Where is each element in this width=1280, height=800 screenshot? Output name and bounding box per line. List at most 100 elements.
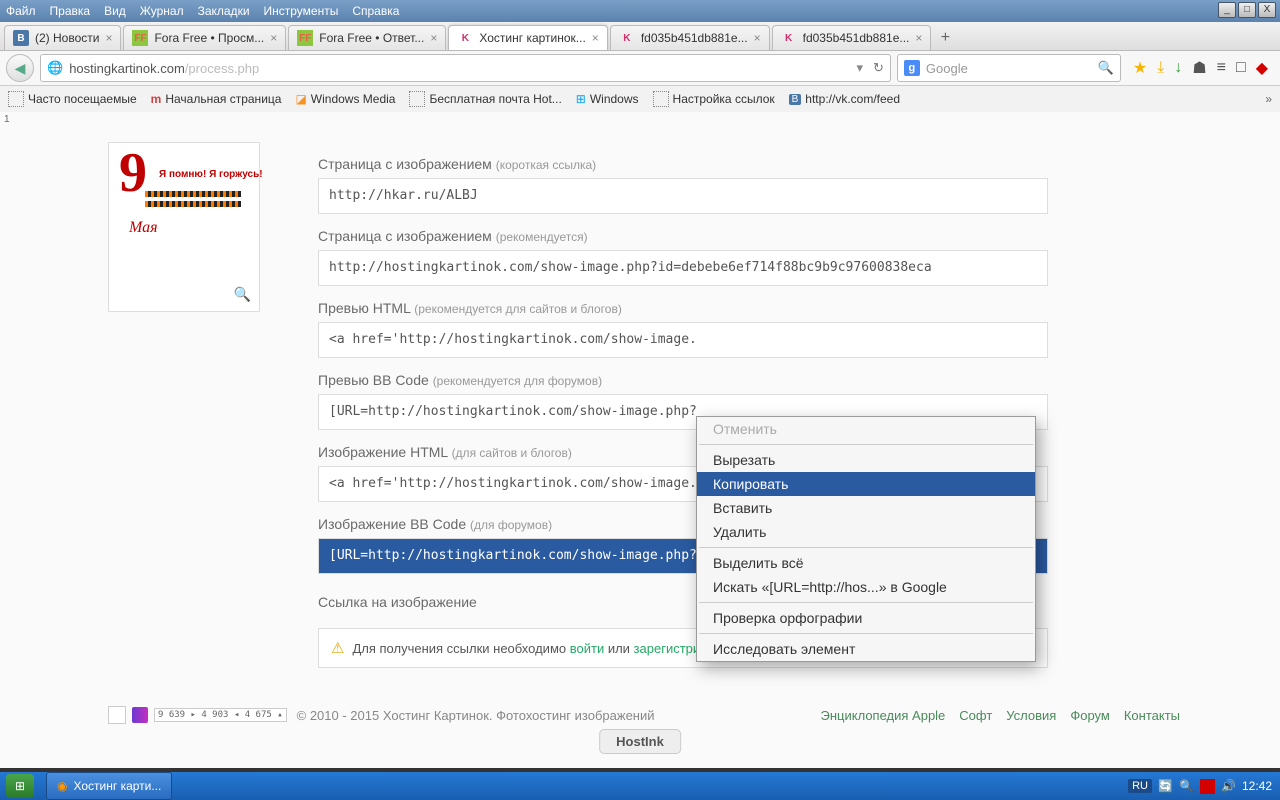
field-label: Страница с изображением (короткая ссылка… <box>318 156 1048 172</box>
tab-5[interactable]: Kfd035b451db881e... × <box>772 25 932 50</box>
bookmark-item[interactable]: ◪Windows Media <box>295 92 395 106</box>
ctx-paste[interactable]: Вставить <box>697 496 1035 520</box>
favicon-k: K <box>457 30 473 46</box>
kaspersky-icon[interactable]: ◆ <box>1256 58 1268 78</box>
footer-link[interactable]: Условия <box>1006 708 1056 723</box>
menu-file[interactable]: Файл <box>6 4 36 18</box>
clock[interactable]: 12:42 <box>1242 779 1272 793</box>
tab-3[interactable]: K Хостинг картинок... × <box>448 25 607 50</box>
tab-close-icon[interactable]: × <box>915 31 922 45</box>
notice-text: или <box>604 641 633 656</box>
tab-1[interactable]: FFFora Free • Просм...× <box>123 25 286 50</box>
tab-label: fd035b451db881e... <box>803 31 910 45</box>
tab-4[interactable]: Kfd035b451db881e...× <box>610 25 770 50</box>
tab-close-icon[interactable]: × <box>430 31 437 45</box>
ctx-cut[interactable]: Вырезать <box>697 448 1035 472</box>
overflow-chevron-icon[interactable]: » <box>1265 92 1272 106</box>
footer-link[interactable]: Контакты <box>1124 708 1180 723</box>
menu-view[interactable]: Вид <box>104 4 126 18</box>
tab-close-icon[interactable]: × <box>754 31 761 45</box>
tab-0[interactable]: В(2) Новости× <box>4 25 121 50</box>
tab-strip: В(2) Новости× FFFora Free • Просм...× FF… <box>0 22 1280 51</box>
footer-link[interactable]: Софт <box>959 708 992 723</box>
new-tab-button[interactable]: + <box>933 26 957 50</box>
taskbar-item[interactable]: ◉ Хостинг карти... <box>46 772 172 800</box>
thumb-text: Я помню! Я горжусь! <box>159 169 263 180</box>
toolbar-icons: ★ ⤓ ↓ ☗ ≡ □ ◆ <box>1127 58 1274 78</box>
full-link-input[interactable]: http://hostingkartinok.com/show-image.ph… <box>318 250 1048 286</box>
tab-label: Fora Free • Просм... <box>154 31 264 45</box>
bookmark-icon <box>409 91 425 107</box>
ctx-delete[interactable]: Удалить <box>697 520 1035 544</box>
maximize-button[interactable]: □ <box>1238 2 1256 18</box>
short-link-input[interactable]: http://hkar.ru/ALBJ <box>318 178 1048 214</box>
favicon-k: K <box>781 30 797 46</box>
menu-bar: Файл Правка Вид Журнал Закладки Инструме… <box>0 0 1280 22</box>
menu-icon[interactable]: ≡ <box>1217 59 1226 77</box>
minimize-button[interactable]: _ <box>1218 2 1236 18</box>
back-button[interactable]: ◀ <box>6 54 34 82</box>
dropdown-icon[interactable]: ▾ <box>856 60 863 76</box>
download-arrow-icon[interactable]: ↓ <box>1174 59 1182 77</box>
tab-label: fd035b451db881e... <box>641 31 748 45</box>
home-icon[interactable]: ☗ <box>1192 58 1206 78</box>
tray-icon[interactable]: 🔄 <box>1158 779 1173 794</box>
bookmark-item[interactable]: Настройка ссылок <box>653 91 775 107</box>
tile-icon[interactable]: □ <box>1236 59 1246 77</box>
ribbon-icon <box>145 191 241 197</box>
search-box[interactable]: g Google 🔍 <box>897 54 1121 82</box>
bookmark-item[interactable]: Бесплатная почта Hot... <box>409 91 561 107</box>
bookmark-item[interactable]: ⊞Windows <box>576 92 639 106</box>
ctx-search-google[interactable]: Искать «[URL=http://hos...» в Google <box>697 575 1035 599</box>
address-bar[interactable]: 🌐 hostingkartinok.com/process.php ▾ ↻ <box>40 54 891 82</box>
ctx-select-all[interactable]: Выделить всё <box>697 551 1035 575</box>
close-button[interactable]: X <box>1258 2 1276 18</box>
footer-link[interactable]: Энциклопедия Apple <box>821 708 946 723</box>
hostink-badge[interactable]: HostInk <box>599 729 681 754</box>
yandex-metrica-icon[interactable] <box>132 707 148 723</box>
magnify-icon[interactable]: 🔍 <box>234 286 251 303</box>
ctx-spellcheck[interactable]: Проверка орфографии <box>697 606 1035 630</box>
download-icon[interactable]: ⤓ <box>1157 59 1164 77</box>
bookmark-item[interactable]: Вhttp://vk.com/feed <box>789 92 900 106</box>
bookmark-item[interactable]: mНачальная страница <box>151 92 282 106</box>
bookmark-star-icon[interactable]: ★ <box>1133 58 1147 78</box>
maya-text: Мая <box>129 219 158 237</box>
google-icon: g <box>904 60 920 76</box>
corner-text: 1 <box>4 114 10 125</box>
warning-icon: ⚠ <box>331 639 344 657</box>
window-controls: _ □ X <box>1218 2 1276 18</box>
tab-label: Хостинг картинок... <box>479 31 585 45</box>
tab-close-icon[interactable]: × <box>105 31 112 45</box>
menu-edit[interactable]: Правка <box>50 4 91 18</box>
search-placeholder: Google <box>926 61 968 76</box>
tray-volume-icon[interactable]: 🔊 <box>1221 779 1236 794</box>
menu-history[interactable]: Журнал <box>140 4 184 18</box>
menu-tools[interactable]: Инструменты <box>264 4 339 18</box>
tab-close-icon[interactable]: × <box>592 31 599 45</box>
separator <box>699 547 1033 548</box>
reload-icon[interactable]: ↻ <box>873 60 884 76</box>
login-link[interactable]: войти <box>570 641 604 656</box>
image-thumbnail[interactable]: 9 Я помню! Я горжусь! Мая 🔍 <box>108 142 260 312</box>
menu-bookmarks[interactable]: Закладки <box>198 4 250 18</box>
separator <box>699 444 1033 445</box>
m-icon: m <box>151 92 162 106</box>
language-indicator[interactable]: RU <box>1128 779 1152 793</box>
separator <box>699 633 1033 634</box>
footer-link[interactable]: Форум <box>1070 708 1110 723</box>
tab-2[interactable]: FFFora Free • Ответ...× <box>288 25 446 50</box>
bookmark-icon <box>8 91 24 107</box>
bookmark-item[interactable]: Часто посещаемые <box>8 91 137 107</box>
ctx-inspect[interactable]: Исследовать элемент <box>697 637 1035 661</box>
tray-icon[interactable]: 🔍 <box>1179 779 1194 794</box>
tab-close-icon[interactable]: × <box>270 31 277 45</box>
field-label: Превью BB Code (рекомендуется для форумо… <box>318 372 1048 388</box>
field-label: Страница с изображением (рекомендуется) <box>318 228 1048 244</box>
ctx-copy[interactable]: Копировать <box>697 472 1035 496</box>
search-icon[interactable]: 🔍 <box>1098 60 1114 76</box>
start-button[interactable]: ⊞ <box>6 774 34 798</box>
tray-kaspersky-icon[interactable] <box>1200 779 1215 794</box>
preview-html-input[interactable]: <a href='http://hostingkartinok.com/show… <box>318 322 1048 358</box>
menu-help[interactable]: Справка <box>352 4 399 18</box>
